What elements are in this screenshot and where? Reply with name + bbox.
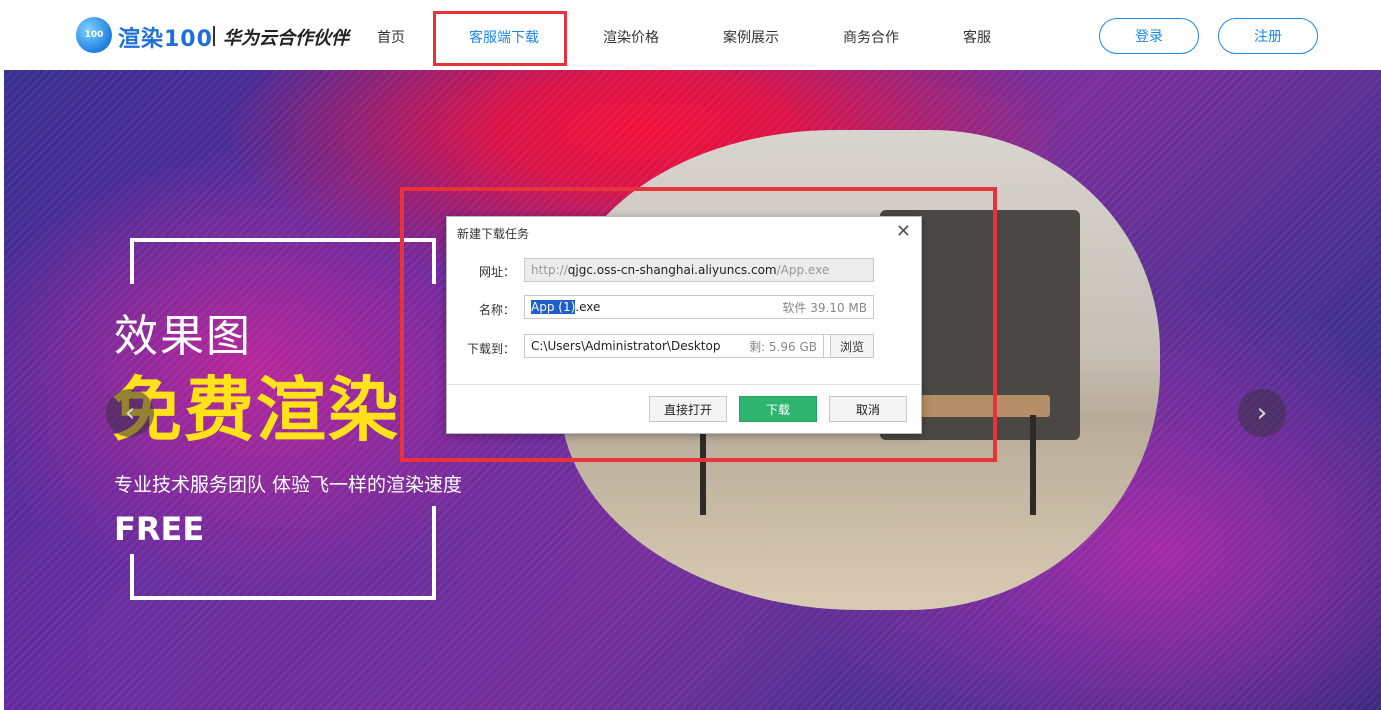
banner-frame (130, 596, 436, 600)
free-space-info: 剩: 5.96 GB (749, 339, 817, 354)
room-table-leg (1030, 415, 1036, 515)
nav-home[interactable]: 首页 (377, 27, 405, 47)
file-size-info: 软件 39.10 MB (782, 300, 867, 315)
filename-selected-text: App (1) (531, 300, 576, 314)
banner-headline: 免费渲染 (112, 369, 400, 451)
save-path-label: 下载到： (466, 342, 515, 356)
banner-subtitle: 专业技术服务团队 体验飞一样的渲染速度 (114, 474, 463, 496)
filename-extension: .exe (575, 300, 601, 314)
filename-input[interactable]: App (1) .exe 软件 39.10 MB (524, 295, 874, 319)
carousel-next-icon[interactable]: › (1238, 389, 1286, 437)
url-path: /App.exe (776, 263, 830, 277)
dialog-divider (447, 384, 921, 385)
banner-frame (432, 506, 436, 600)
url-prefix: http:// (531, 263, 568, 277)
browse-button[interactable]: 浏览 (830, 334, 874, 358)
banner-heading: 效果图 (114, 311, 252, 362)
name-label: 名称： (478, 303, 515, 317)
cancel-button[interactable]: 取消 (829, 396, 907, 422)
close-icon[interactable]: ✕ (896, 221, 911, 242)
login-button[interactable]: 登录 (1099, 18, 1199, 54)
banner-frame (130, 554, 134, 600)
nav-business[interactable]: 商务合作 (843, 27, 899, 47)
brand-logo-icon[interactable]: 100 (76, 17, 112, 53)
save-path-value: C:\Users\Administrator\Desktop (531, 339, 721, 353)
banner-frame (130, 238, 436, 242)
url-label: 网址： (478, 265, 515, 279)
new-download-dialog: 新建下载任务 ✕ 网址： http://qjgc.oss-cn-shanghai… (446, 216, 922, 434)
brand-name[interactable]: 渲染100 (118, 21, 213, 53)
site-header: 100 渲染100 华为云合作伙伴 首页 客服端下载 渲染价格 案例展示 商务合… (0, 0, 1381, 70)
save-path-select[interactable]: C:\Users\Administrator\Desktop 剩: 5.96 G… (524, 334, 824, 358)
download-button[interactable]: 下载 (739, 396, 817, 422)
brand-divider (213, 26, 215, 46)
banner-frame (130, 238, 134, 284)
register-button[interactable]: 注册 (1218, 18, 1318, 54)
url-host: qjgc.oss-cn-shanghai.aliyuncs.com (567, 263, 777, 277)
banner-free-label: FREE (114, 510, 205, 548)
nav-customer-service[interactable]: 客服 (963, 27, 991, 47)
nav-cases[interactable]: 案例展示 (723, 27, 779, 47)
dialog-title: 新建下载任务 (457, 227, 530, 241)
nav-render-price[interactable]: 渲染价格 (603, 27, 659, 47)
carousel-prev-icon[interactable]: ‹ (106, 389, 154, 437)
url-field[interactable]: http://qjgc.oss-cn-shanghai.aliyuncs.com… (524, 258, 874, 282)
nav-highlight-box (433, 11, 567, 66)
partner-tagline: 华为云合作伙伴 (223, 28, 349, 49)
open-directly-button[interactable]: 直接打开 (649, 396, 727, 422)
